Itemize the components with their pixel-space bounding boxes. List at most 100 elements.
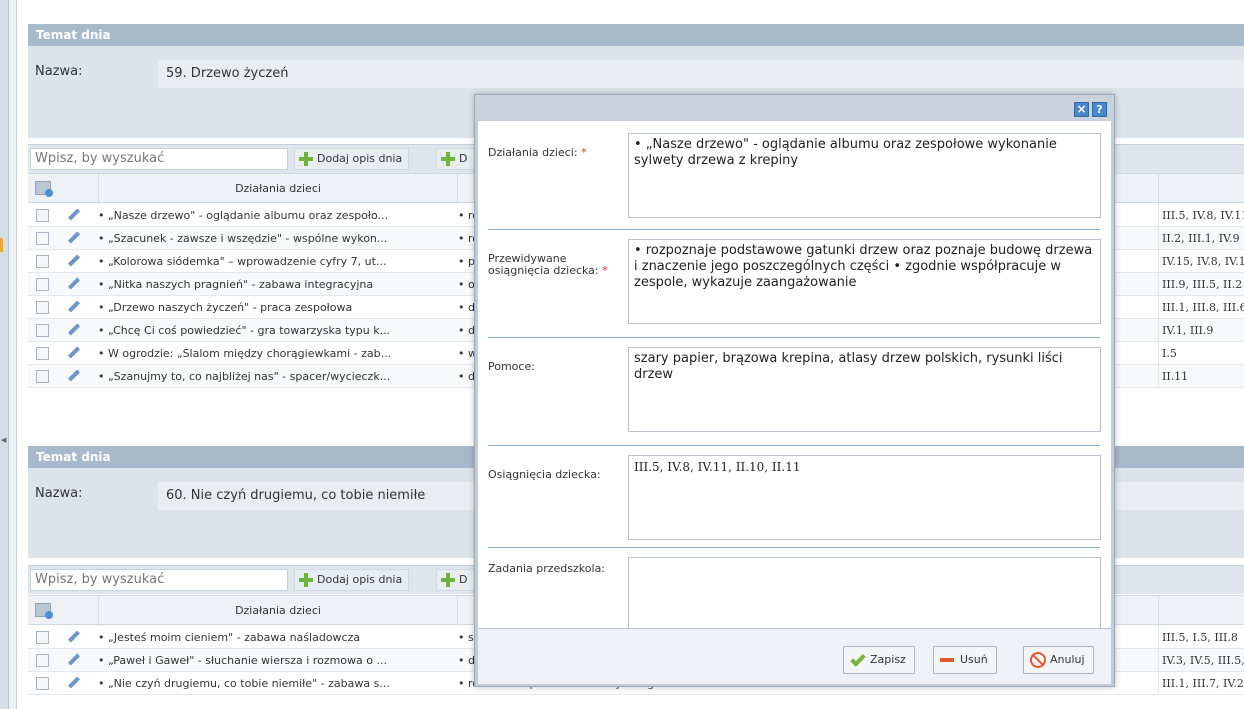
plus-icon xyxy=(299,573,313,587)
field-label-text: Działania dzieci: xyxy=(488,146,578,159)
cancel-button[interactable]: Anuluj xyxy=(1023,646,1094,674)
pencil-icon[interactable] xyxy=(68,347,80,359)
search-input[interactable]: Wpisz, by wyszukać xyxy=(30,569,288,591)
rail-marker xyxy=(0,238,3,252)
column-header-activities[interactable]: Działania dzieci xyxy=(98,174,458,204)
pencil-icon[interactable] xyxy=(68,301,80,313)
field-label-text: Przewidywane osiągnięcia dziecka: xyxy=(488,252,599,277)
add-second-button[interactable]: D xyxy=(436,148,476,170)
field-separator xyxy=(488,547,1100,548)
pencil-icon[interactable] xyxy=(68,631,80,643)
required-marker: * xyxy=(577,146,587,159)
cell-activity: • „Paweł i Gaweł" - słuchanie wiersza i … xyxy=(98,654,387,667)
row-checkbox[interactable] xyxy=(36,324,49,337)
select-all-checkbox[interactable] xyxy=(35,603,53,619)
cell-achievements: IV.3, IV.5, III.5, xyxy=(1158,649,1244,672)
plus-icon xyxy=(441,573,455,587)
pencil-icon[interactable] xyxy=(68,677,80,689)
add-day-button[interactable]: Dodaj opis dnia xyxy=(294,148,410,170)
cell-achievements: III.1, III.8, III.6 xyxy=(1158,296,1244,319)
section-header: Temat dnia xyxy=(28,24,1244,46)
select-all-checkbox[interactable] xyxy=(35,181,53,197)
add-day-label: Dodaj opis dnia xyxy=(317,573,403,586)
pencil-icon[interactable] xyxy=(68,278,80,290)
field-label: Zadania przedszkola: xyxy=(488,563,623,575)
field-label: Osiągnięcia dziecka: xyxy=(488,469,623,481)
cell-activity: • „Szanujmy to, co najbliżej nas" - spac… xyxy=(98,370,391,383)
field-textarea[interactable]: III.5, IV.8, IV.11, II.10, II.11 xyxy=(628,455,1101,540)
field-separator xyxy=(488,229,1100,230)
field-textarea[interactable] xyxy=(628,557,1101,628)
row-checkbox[interactable] xyxy=(36,209,49,222)
add-second-button[interactable]: D xyxy=(436,569,476,591)
cell-activity: • „Drzewo naszych życzeń" - praca zespoł… xyxy=(98,301,353,314)
cell-achievements: III.5, IV.8, IV.11 xyxy=(1158,204,1244,227)
help-icon[interactable]: ? xyxy=(1092,102,1107,117)
plus-icon xyxy=(299,152,313,166)
field-label: Przewidywane osiągnięcia dziecka: * xyxy=(488,253,623,277)
field-label-text: Osiągnięcia dziecka: xyxy=(488,468,601,481)
field-label-text: Zadania przedszkola: xyxy=(488,562,606,575)
column-header-activities[interactable]: Działania dzieci xyxy=(98,596,458,626)
field-textarea[interactable]: • rozpoznaje podstawowe gatunki drzew or… xyxy=(628,239,1101,324)
cell-achievements: III.1, III.7, IV.2 xyxy=(1158,672,1244,695)
edit-activity-dialog: × ? Działania dzieci: * • „Nasze drzewo" … xyxy=(474,94,1115,687)
plus-icon xyxy=(441,152,455,166)
search-input[interactable]: Wpisz, by wyszukać xyxy=(30,148,288,170)
name-label: Nazwa: xyxy=(35,486,83,501)
save-label: Zapisz xyxy=(870,653,906,666)
row-checkbox[interactable] xyxy=(36,278,49,291)
field-label: Pomoce: xyxy=(488,361,623,373)
row-checkbox[interactable] xyxy=(36,255,49,268)
row-checkbox[interactable] xyxy=(36,370,49,383)
row-checkbox[interactable] xyxy=(36,631,49,644)
add-day-button[interactable]: Dodaj opis dnia xyxy=(294,569,410,591)
cell-achievements: III.5, I.5, III.8 xyxy=(1158,626,1244,649)
dialog-footer: Zapisz Usuń Anuluj xyxy=(478,628,1111,684)
cell-achievements: III.9, III.5, II.2 xyxy=(1158,273,1244,296)
close-icon[interactable]: × xyxy=(1074,102,1089,117)
pencil-icon[interactable] xyxy=(68,255,80,267)
field-separator xyxy=(488,445,1100,446)
pencil-icon[interactable] xyxy=(68,654,80,666)
field-label-text: Pomoce: xyxy=(488,360,535,373)
cell-achievements: II.2, III.1, IV.9 xyxy=(1158,227,1244,250)
cell-activity: • „Nitka naszych pragnień" - zabawa inte… xyxy=(98,278,374,291)
field-separator xyxy=(488,337,1100,338)
cell-activity: • „Szacunek - zawsze i wszędzie" - wspól… xyxy=(98,232,388,245)
column-header-achievements[interactable] xyxy=(1158,174,1244,204)
field-textarea[interactable]: • „Nasze drzewo" - oglądanie albumu oraz… xyxy=(628,133,1101,218)
dialog-body: Działania dzieci: * • „Nasze drzewo" - og… xyxy=(478,121,1111,628)
splitter[interactable] xyxy=(9,0,17,709)
pencil-icon[interactable] xyxy=(68,232,80,244)
row-checkbox[interactable] xyxy=(36,677,49,690)
cell-activity: • „Jesteś moim cieniem" - zabawa naślado… xyxy=(98,631,361,644)
check-icon xyxy=(850,651,866,667)
row-checkbox[interactable] xyxy=(36,232,49,245)
collapse-arrow-icon[interactable]: ◀ xyxy=(1,436,6,444)
row-checkbox[interactable] xyxy=(36,654,49,667)
delete-button[interactable]: Usuń xyxy=(933,646,997,674)
add-second-label: D xyxy=(459,152,468,165)
pencil-icon[interactable] xyxy=(68,370,80,382)
minus-icon xyxy=(940,658,954,662)
pencil-icon[interactable] xyxy=(68,209,80,221)
delete-label: Usuń xyxy=(960,653,988,666)
dialog-header: × ? xyxy=(475,95,1114,121)
field-textarea[interactable]: szary papier, brązowa krepina, atlasy dr… xyxy=(628,347,1101,432)
column-header-achievements[interactable] xyxy=(1158,596,1244,626)
name-label: Nazwa: xyxy=(35,64,83,79)
topic-name-field[interactable]: 59. Drzewo życzeń xyxy=(158,60,1244,88)
cell-achievements: I.5 xyxy=(1158,342,1244,365)
save-button[interactable]: Zapisz xyxy=(843,646,915,674)
pencil-icon[interactable] xyxy=(68,324,80,336)
add-second-label: D xyxy=(459,573,468,586)
cancel-label: Anuluj xyxy=(1050,653,1085,666)
cell-achievements: IV.15, IV.8, IV.1 xyxy=(1158,250,1244,273)
cell-achievements: II.11 xyxy=(1158,365,1244,388)
cell-activity: • „Nasze drzewo" - oglądanie albumu oraz… xyxy=(98,209,389,222)
field-label: Działania dzieci: * xyxy=(488,147,623,159)
row-checkbox[interactable] xyxy=(36,347,49,360)
left-rail[interactable]: ◀ xyxy=(0,0,9,709)
row-checkbox[interactable] xyxy=(36,301,49,314)
